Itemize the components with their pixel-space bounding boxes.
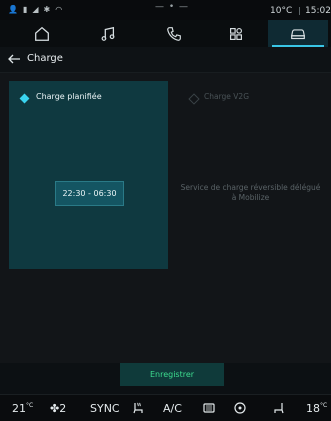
scheduled-charge-option[interactable]: Charge planifiée 22:30 - 06:30: [9, 81, 168, 269]
rear-defrost-icon: [203, 403, 215, 413]
wifi-icon: ◠: [55, 5, 63, 14]
sync-button[interactable]: SYNC: [90, 402, 120, 415]
charge-options: Charge planifiée 22:30 - 06:30 Charge V2…: [0, 73, 331, 363]
charge-screen: 👤 ▮ ◢ ✱ ◠ — • — 10°C 15:02 Charge Charge…: [0, 0, 331, 421]
page-title: Charge: [27, 53, 63, 64]
clock: 15:02: [305, 6, 331, 16]
tab-home[interactable]: [12, 20, 72, 47]
scheduled-charge-label: Charge planifiée: [36, 92, 102, 101]
tab-phone[interactable]: [144, 20, 204, 47]
driver-temperature-value: 21: [12, 402, 26, 415]
outside-temperature: 10°C: [270, 6, 293, 16]
v2g-description: Service de charge réversible délégué à M…: [180, 183, 321, 202]
fan-level: 2: [59, 402, 67, 415]
fan-icon: ✤: [50, 402, 60, 415]
v2g-charge-option[interactable]: Charge V2G Service de charge réversible …: [168, 81, 323, 269]
apps-icon: [230, 27, 242, 40]
tab-apps[interactable]: [206, 20, 266, 47]
passenger-temperature[interactable]: 18°C: [306, 402, 327, 415]
bluetooth-icon: ✱: [43, 5, 51, 14]
page-header: Charge: [0, 47, 331, 73]
battery-icon: ▮: [22, 5, 28, 14]
back-arrow-icon[interactable]: [7, 53, 21, 65]
rear-defrost-button[interactable]: [202, 401, 216, 418]
selected-diamond-icon: [19, 93, 30, 104]
passenger-temperature-unit: °C: [320, 402, 328, 409]
tab-music[interactable]: [78, 20, 138, 47]
user-icon: 👤: [8, 5, 18, 14]
nav-tabs: [0, 20, 331, 47]
status-separator: [299, 7, 300, 15]
fan-control[interactable]: ✤2: [50, 402, 66, 415]
driver-temperature-unit: °C: [26, 402, 34, 409]
status-icons: 👤 ▮ ◢ ✱ ◠: [8, 5, 62, 15]
page-indicator: — • —: [155, 2, 190, 12]
unselected-diamond-icon: [188, 93, 200, 105]
save-button[interactable]: Enregistrer: [120, 363, 224, 386]
seat-heat-icon: [133, 402, 143, 414]
passenger-temperature-value: 18: [306, 402, 320, 415]
tab-vehicle[interactable]: [268, 20, 328, 47]
music-icon: [101, 26, 115, 41]
seat-icon: [274, 403, 284, 414]
car-icon: [290, 28, 306, 39]
seat-heat-button[interactable]: [131, 401, 145, 418]
steering-wheel-icon: [234, 402, 246, 414]
home-icon: [35, 26, 49, 41]
ac-button[interactable]: A/C: [163, 402, 182, 415]
charge-time-range-button[interactable]: 22:30 - 06:30: [55, 181, 124, 206]
v2g-charge-label: Charge V2G: [204, 92, 250, 101]
driver-temperature[interactable]: 21°C: [12, 402, 33, 415]
phone-icon: [167, 26, 181, 41]
signal-icon: ◢: [32, 5, 39, 14]
climate-bar: 21°C ✤2 SYNC A/C 18°C: [0, 394, 331, 421]
steering-heat-button[interactable]: [233, 401, 247, 418]
passenger-seat-button[interactable]: [272, 401, 286, 418]
status-bar: 👤 ▮ ◢ ✱ ◠ — • — 10°C 15:02: [0, 0, 331, 20]
